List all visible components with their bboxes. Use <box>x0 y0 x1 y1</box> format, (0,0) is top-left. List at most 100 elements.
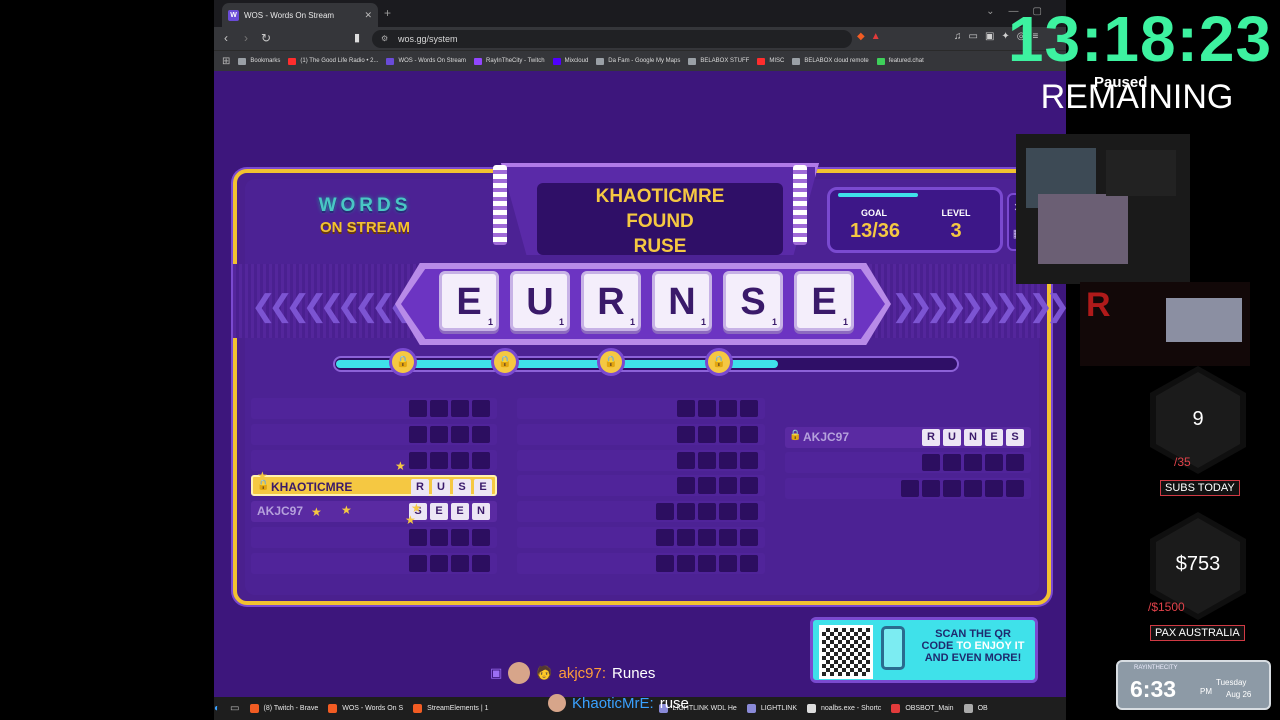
empty-letter-slot <box>698 503 716 521</box>
empty-letter-slot <box>698 451 716 469</box>
reload-icon[interactable]: ↻ <box>261 31 271 45</box>
address-bar: ‹ › ↻ ▮ ⚙ wos.gg/system ◆ ▲ ♫ ▭ ▣ ✦ ◎ ≡ <box>214 27 1066 51</box>
bookmark-icon <box>238 57 247 65</box>
banner-found: FOUND <box>626 211 694 232</box>
taskbar-item[interactable]: (8) Twitch - Brave <box>249 704 318 713</box>
taskbar-label: noalbs.exe - Shortc <box>821 705 882 712</box>
brave-shield-icon[interactable]: ◆ <box>857 31 865 42</box>
bookmark-item[interactable]: (1) The Good Life Radio • 2... <box>288 57 379 65</box>
lock-icon: 🔒 <box>597 348 625 376</box>
qr-promo-text: SCAN THE QR CODE TO ENJOY IT AND EVEN MO… <box>911 628 1035 664</box>
url-field[interactable]: ⚙ wos.gg/system <box>372 30 852 48</box>
letter-tile[interactable]: R1 <box>581 271 641 331</box>
explorer-icon[interactable]: ▭ <box>230 703 239 714</box>
bookmark-label: MISC <box>769 58 785 64</box>
empty-letter-slot <box>451 425 469 443</box>
taskbar-item[interactable]: noalbs.exe - Shortc <box>807 704 881 713</box>
bookmark-item[interactable]: WOS - Words On Stream <box>386 57 466 65</box>
bookmark-label: BELABOX STUFF <box>700 58 750 64</box>
empty-letter-slot <box>740 451 758 469</box>
site-settings-icon[interactable]: ⚙ <box>381 30 388 48</box>
tile-points: 1 <box>842 317 848 327</box>
app-icon <box>807 704 816 713</box>
found-word-player: AKJC97 <box>803 430 850 444</box>
bookmark-icon[interactable]: ▮ <box>354 31 360 44</box>
word-slot <box>251 398 497 419</box>
logo-on-stream: ON STREAM <box>320 219 410 236</box>
lock-icon: 🔒 <box>491 348 519 376</box>
bookmark-item[interactable]: featured.chat <box>876 57 924 65</box>
found-letter: E <box>451 503 469 520</box>
brave-rewards-icon[interactable]: ▲ <box>871 31 881 42</box>
sidebar-icon[interactable]: ▭ <box>969 31 978 42</box>
goal-progress-bar <box>838 193 918 197</box>
back-icon[interactable]: ‹ <box>224 31 228 45</box>
empty-letter-slot <box>430 451 448 469</box>
found-letter: U <box>943 429 961 446</box>
found-letter: R <box>411 479 429 496</box>
taskbar-item[interactable]: LIGHTLINK <box>746 704 797 713</box>
found-letter: S <box>1006 429 1024 446</box>
empty-letter-slot <box>698 425 716 443</box>
letter-tile[interactable]: U1 <box>510 271 570 331</box>
browser-tab[interactable]: W WOS - Words On Stream ✕ <box>222 3 378 27</box>
empty-letter-slot <box>677 503 695 521</box>
qr-promo[interactable]: SCAN THE QR CODE TO ENJOY IT AND EVEN MO… <box>810 617 1038 683</box>
empty-letter-slot <box>943 454 961 471</box>
empty-letter-slot <box>430 554 448 572</box>
bookmark-icon <box>386 57 395 65</box>
empty-letter-slot <box>719 451 737 469</box>
bookmark-item[interactable]: RayInTheCity - Twitch <box>474 57 545 65</box>
found-letter: E <box>474 479 492 496</box>
subs-value: 9 <box>1192 408 1204 430</box>
taskbar-item[interactable]: StreamElements | 1 <box>413 704 489 713</box>
empty-letter-slot <box>719 554 737 572</box>
word-slot <box>785 478 1031 499</box>
new-tab-icon[interactable]: + <box>384 6 391 20</box>
bookmark-item[interactable]: Bookmarks <box>238 57 281 65</box>
forward-icon[interactable]: › <box>244 31 248 45</box>
empty-letter-slot <box>740 554 758 572</box>
bookmarks-bar: ⊞ Bookmarks (1) The Good Life Radio • 2..… <box>214 51 1066 71</box>
tile-letter: N <box>668 281 696 323</box>
found-word-row: AKJC97 S E E N <box>251 501 497 522</box>
badge-icon: 🧑 <box>536 665 553 680</box>
bookmark-item[interactable]: Mixcloud <box>552 57 588 65</box>
bookmark-item[interactable]: BELABOX cloud remote <box>792 57 869 65</box>
close-tab-icon[interactable]: ✕ <box>364 10 372 21</box>
bookmark-item[interactable]: MISC <box>757 57 785 65</box>
lock-icon: 🔒 <box>789 430 802 441</box>
bookmark-item[interactable]: Da Fam - Google My Maps <box>596 57 680 65</box>
taskbar-item[interactable]: WOS - Words On S <box>328 704 403 713</box>
letter-tile[interactable]: N1 <box>652 271 712 331</box>
wallet-icon[interactable]: ▣ <box>985 31 994 42</box>
edge-icon[interactable]: ◐ <box>214 703 220 714</box>
qr-line1: SCAN THE QR <box>935 628 1011 640</box>
empty-letter-slot <box>698 400 716 417</box>
banner-lights-right <box>793 165 807 245</box>
bookmark-label: Bookmarks <box>250 58 281 64</box>
url-text: wos.gg/system <box>398 34 458 44</box>
bookmark-item[interactable]: BELABOX STUFF <box>688 57 750 65</box>
clock-date: Aug 26 <box>1226 690 1252 699</box>
letter-tile[interactable]: S1 <box>723 271 783 331</box>
media-icon[interactable]: ♫ <box>954 31 962 42</box>
empty-letter-slot <box>985 454 1003 471</box>
browser-window: W WOS - Words On Stream ✕ + ⌄—▢ ‹ › ↻ ▮ … <box>214 0 1066 697</box>
letter-tile[interactable]: E1 <box>794 271 854 331</box>
wos-favicon-icon: W <box>228 9 239 21</box>
found-letter: E <box>430 503 448 520</box>
found-word-player: KHAOTICMRE <box>271 480 353 494</box>
empty-letter-slot <box>430 425 448 443</box>
taskbar-item[interactable]: OB <box>963 704 988 713</box>
word-slot <box>251 527 497 548</box>
empty-letter-slot <box>409 400 427 417</box>
apps-icon[interactable]: ⊞ <box>222 56 230 67</box>
taskbar-item[interactable]: OBSBOT_Main <box>891 704 954 713</box>
bookmark-label: (1) The Good Life Radio • 2... <box>300 58 379 64</box>
found-word-row: 🔒 KHAOTICMRE R U S E <box>251 475 497 496</box>
letter-tile[interactable]: E1 <box>439 271 499 331</box>
clock-channel: RAYINTHECITY <box>1134 665 1178 671</box>
tab-bar: W WOS - Words On Stream ✕ + ⌄—▢ <box>214 0 1066 27</box>
empty-letter-slot <box>472 554 490 572</box>
